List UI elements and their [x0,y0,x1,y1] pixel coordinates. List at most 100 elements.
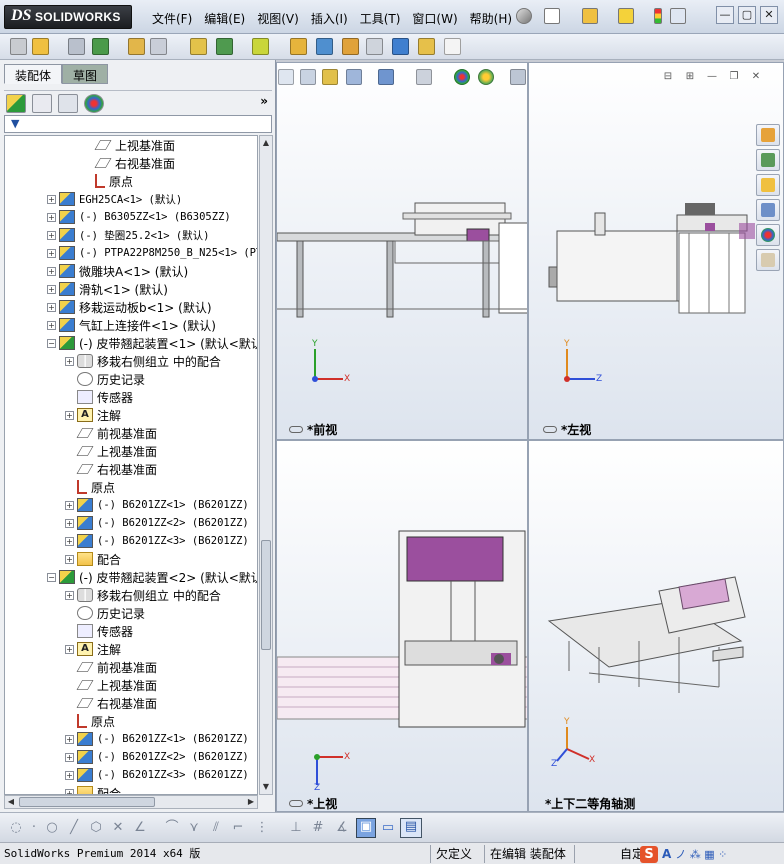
scroll-thumb[interactable] [261,540,271,650]
menu-window[interactable]: 窗口(W) [408,10,465,28]
filter-icon[interactable]: ▼ [11,117,19,130]
tree-node[interactable]: + 气缸上连接件<1> (默认) [47,316,216,334]
tree-node[interactable]: 历史记录 [65,370,145,388]
linear-sketch-pattern-icon[interactable]: ⊥ [288,820,304,836]
expand-icon[interactable]: + [47,248,56,258]
expand-icon[interactable]: + [65,752,74,762]
sketch-chamfer-icon[interactable]: ⋎ [186,820,202,836]
new-motion-study-icon[interactable] [290,38,307,55]
tree-node[interactable]: 右视基准面 [83,154,175,172]
expand-icon[interactable]: + [65,590,74,600]
tab-sketch[interactable]: 草图 [62,64,109,84]
expand-icon[interactable]: + [65,770,74,780]
tree-node[interactable]: 传感器 [65,622,133,640]
viewport-minimize-icon[interactable]: — [704,70,720,84]
appearance-icon[interactable] [454,69,470,85]
tree-node[interactable]: − (-) 皮带翘起装置<2> (默认<默认 [47,568,257,586]
viewport-restore-icon[interactable]: ❐ [726,70,742,84]
collapse-icon[interactable]: − [47,338,56,348]
expand-icon[interactable]: + [65,500,74,510]
display-manager-icon[interactable] [84,94,104,113]
view-orientation-icon[interactable] [378,69,394,85]
tree-node[interactable]: + 移栽右侧组立 中的配合 [65,352,221,370]
scene-icon[interactable] [478,69,494,85]
explode-line-sketch-icon[interactable] [366,38,383,55]
tree-node[interactable]: 前视基准面 [65,424,157,442]
expand-icon[interactable]: + [65,356,74,366]
interference-detection-icon[interactable] [392,38,409,55]
mirror-icon[interactable]: ⋮ [254,820,270,836]
link-views-icon[interactable] [289,426,303,433]
mate-icon[interactable] [68,38,85,55]
exploded-view-icon[interactable] [342,38,359,55]
rebuild-warning-icon[interactable] [618,8,634,24]
appearances-scenes-icon[interactable] [756,224,780,246]
link-viewport-icon[interactable]: ⊟ [660,70,676,84]
menu-tools[interactable]: 工具(T) [356,10,409,28]
tree-vertical-scrollbar[interactable]: ▲ ▼ [259,135,273,795]
line-icon[interactable]: ╱ [66,820,82,836]
file-explorer-icon[interactable] [756,174,780,196]
viewport-isometric[interactable]: Y X Z *上下二等角轴测 [528,440,784,812]
angle-icon[interactable]: ∡ [334,820,350,836]
configuration-manager-icon[interactable] [58,94,78,113]
display-icon[interactable]: ▭ [380,820,396,836]
property-manager-icon[interactable] [32,94,52,113]
reference-geometry-icon[interactable] [252,38,269,55]
expand-icon[interactable]: + [65,644,74,654]
new-document-icon[interactable] [544,8,560,24]
tree-node[interactable]: + (-) B6305ZZ<1> (B6305ZZ) [47,208,231,226]
view-settings-icon[interactable] [510,69,526,85]
trim-icon[interactable]: ✕ [110,820,126,836]
tree-node[interactable]: + 移栽右侧组立 中的配合 [65,586,221,604]
tree-node[interactable]: 传感器 [65,388,133,406]
tree-node[interactable]: 历史记录 [65,604,145,622]
tree-node[interactable]: + 配合 [65,784,121,794]
extend-icon[interactable]: ∠ [132,820,148,836]
viewport-top[interactable]: X Z *上视 [276,440,528,812]
expand-icon[interactable]: + [47,266,56,276]
tree-filter[interactable]: ▼ [4,115,272,133]
split-viewport-icon[interactable]: ⊞ [682,70,698,84]
tree-node[interactable]: + 滑轨<1> (默认) [47,280,168,298]
tree-node[interactable]: + 配合 [65,550,121,568]
options-icon[interactable] [670,8,686,24]
bill-of-materials-icon[interactable] [316,38,333,55]
more-tabs-button[interactable]: » [260,94,268,108]
tree-node[interactable]: + 微雕块A<1> (默认) [47,262,188,280]
ime-tools[interactable]: ノ ⁂ ▦ ⁘ [675,846,727,862]
tree-node[interactable]: + A 注解 [65,640,121,658]
tree-node[interactable]: 原点 [65,478,115,496]
linear-pattern-icon[interactable] [92,38,109,55]
viewport-front[interactable]: Y X *前视 [276,62,528,440]
tree-node[interactable]: + (-) 垫圈25.2<1> (默认) [47,226,210,244]
point-icon[interactable]: · [26,820,42,836]
minimize-button[interactable]: — [716,6,734,24]
expand-icon[interactable]: + [47,284,56,294]
tree-horizontal-scrollbar[interactable]: ◀ ▶ [4,795,258,809]
scroll-h-thumb[interactable] [19,797,155,807]
menu-view[interactable]: 视图(V) [253,10,307,28]
tree-node[interactable]: + A 注解 [65,406,121,424]
3d-sketch-icon[interactable]: ▣ [356,818,376,838]
tree-node[interactable]: 前视基准面 [65,658,157,676]
restore-button[interactable]: ▢ [738,6,756,24]
menu-insert[interactable]: 插入(I) [307,10,356,28]
expand-icon[interactable]: + [47,320,56,330]
input-method-bar[interactable]: S A ノ ⁂ ▦ ⁘ [640,845,727,863]
tree-node[interactable]: + (-) B6201ZZ<2> (B6201ZZ) [65,748,249,766]
assembly-features-icon[interactable] [216,38,233,55]
show-hidden-icon[interactable] [190,38,207,55]
tree-node[interactable]: 原点 [83,172,133,190]
zoom-to-area-icon[interactable] [300,69,316,85]
smart-fasteners-icon[interactable] [128,38,145,55]
tree-node[interactable]: + (-) B6201ZZ<1> (B6201ZZ) [65,730,249,748]
menu-help[interactable]: 帮助(H) [466,10,520,28]
pin-icon[interactable] [516,8,532,24]
viewport-close-icon[interactable]: ✕ [748,70,764,84]
link-views-icon[interactable] [543,426,557,433]
scroll-up-icon[interactable]: ▲ [260,136,272,150]
grid-icon[interactable]: # [310,820,326,836]
tree-node[interactable]: + EGH25CA<1> (默认) [47,190,182,208]
offset-icon[interactable]: ⫽ [208,820,224,836]
